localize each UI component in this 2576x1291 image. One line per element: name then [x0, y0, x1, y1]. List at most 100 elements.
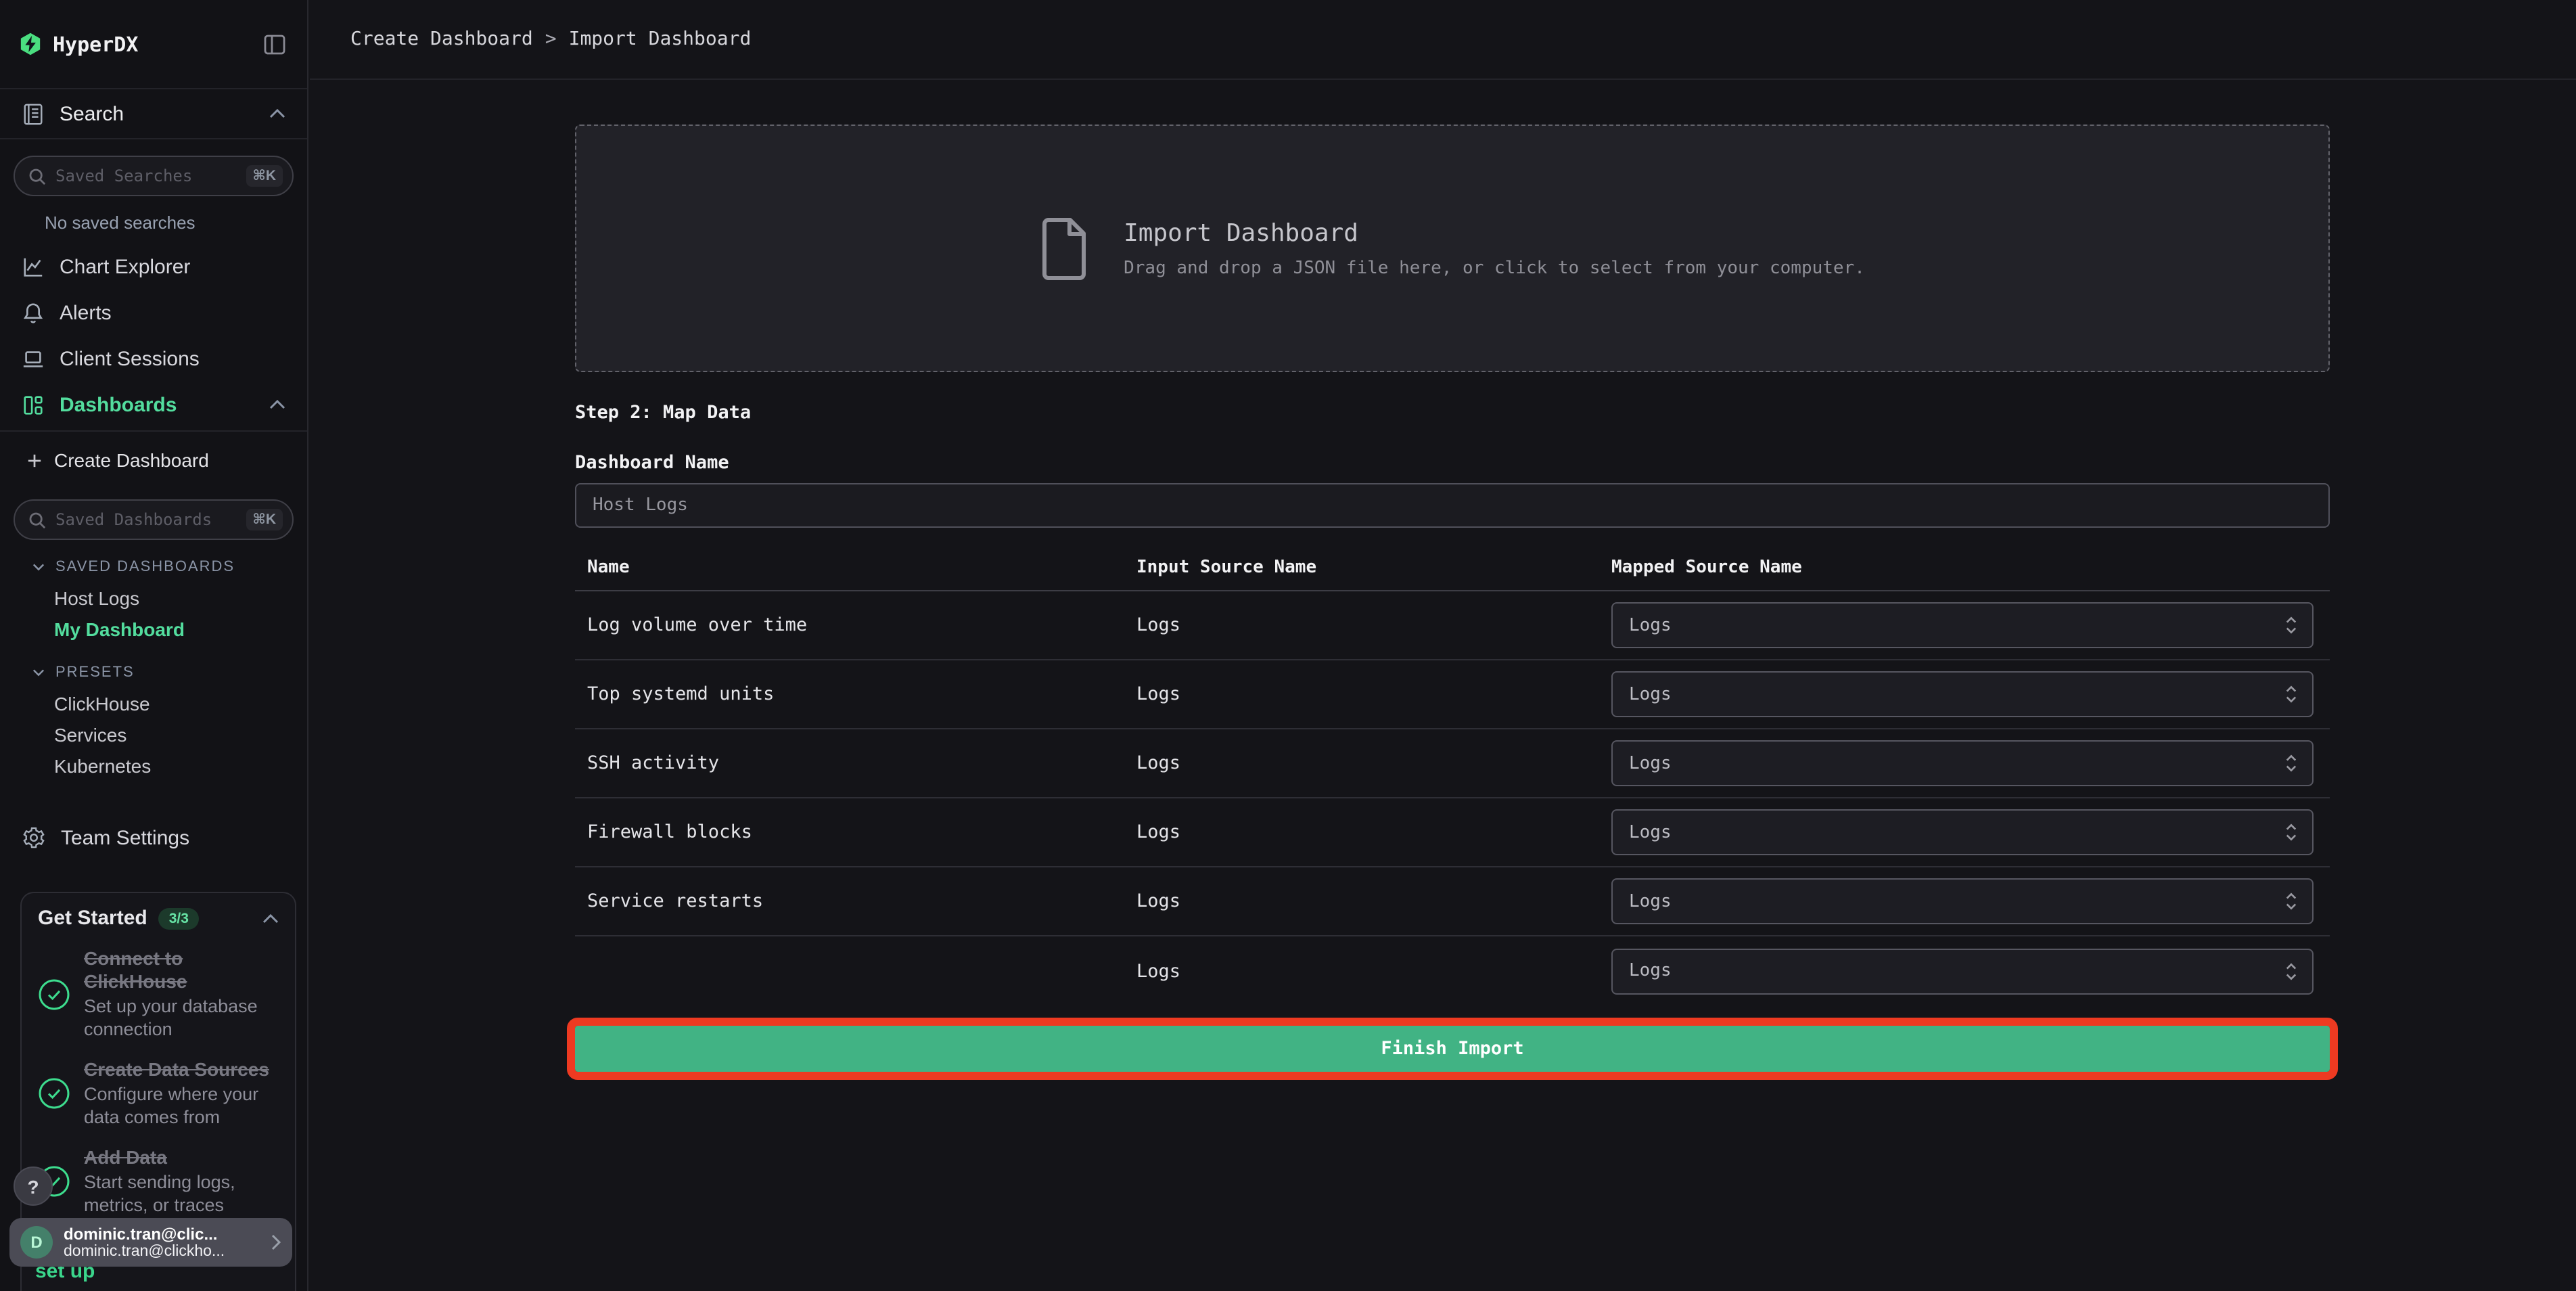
collapse-sidebar-icon[interactable] [261, 30, 288, 58]
table-row: Logs Logs [575, 936, 2330, 1005]
create-dashboard-button[interactable]: Create Dashboard [0, 437, 307, 483]
chevron-down-icon [32, 564, 45, 571]
select-chevrons-icon [2286, 754, 2297, 772]
sidebar-item-label: Chart Explorer [60, 255, 191, 278]
table-row: Top systemd units Logs Logs [575, 660, 2330, 729]
finish-import-button[interactable]: Finish Import [567, 1018, 2338, 1080]
avatar: D [20, 1226, 53, 1259]
select-chevrons-icon [2286, 962, 2297, 980]
team-settings-item[interactable]: Team Settings [0, 815, 307, 861]
dashboard-name-input[interactable] [575, 483, 2330, 528]
get-started-step-add-data[interactable]: Add Data Start sending logs, metrics, or… [38, 1146, 279, 1217]
breadcrumb-create-dashboard[interactable]: Create Dashboard [350, 28, 533, 50]
column-header-name: Name [587, 558, 630, 578]
sidebar-item-label: Dashboards [60, 393, 177, 416]
file-icon [1042, 217, 1086, 279]
no-saved-searches-note: No saved searches [45, 212, 196, 233]
gear-icon [23, 827, 45, 848]
get-started-step-connect[interactable]: Connect to ClickHouse Set up your databa… [38, 947, 279, 1041]
row-name: Service restarts [587, 890, 764, 912]
account-email: dominic.tran@clickho... [64, 1243, 225, 1259]
shortcut-badge: ⌘K [246, 509, 283, 530]
sidebar-item-chart-explorer[interactable]: Chart Explorer [0, 244, 307, 290]
mapped-source-value: Logs [1629, 753, 1672, 773]
select-chevrons-icon [2286, 892, 2297, 910]
row-input-source: Logs [1136, 752, 1181, 774]
help-button[interactable]: ? [14, 1167, 53, 1206]
dropzone-title: Import Dashboard [1124, 219, 1358, 247]
check-circle-icon [39, 1078, 70, 1109]
journal-icon [24, 103, 43, 124]
row-input-source: Logs [1136, 890, 1181, 912]
step-title: Step 2: Map Data [575, 402, 752, 424]
mapped-source-value: Logs [1629, 822, 1672, 842]
search-icon [29, 512, 46, 528]
hyperdx-logo-icon [20, 32, 41, 55]
row-name: SSH activity [587, 752, 720, 774]
sidebar-item-client-sessions[interactable]: Client Sessions [0, 336, 307, 382]
create-dashboard-label: Create Dashboard [54, 449, 209, 471]
breadcrumb-import-dashboard[interactable]: Import Dashboard [569, 28, 752, 50]
dashboard-grid-icon [24, 395, 43, 414]
saved-searches-input[interactable]: Saved Searches ⌘K [14, 156, 294, 196]
mapped-source-select[interactable]: Logs [1611, 948, 2314, 994]
team-settings-label: Team Settings [61, 826, 190, 849]
check-circle-icon [39, 978, 70, 1010]
mapped-source-value: Logs [1629, 961, 1672, 981]
row-input-source: Logs [1136, 821, 1181, 843]
dropzone-text: Import Dashboard Drag and drop a JSON fi… [1124, 219, 1865, 278]
bell-icon [23, 302, 43, 323]
saved-dashboard-host-logs[interactable]: Host Logs [0, 583, 307, 614]
saved-dashboards-list: Host Logs My Dashboard [0, 583, 307, 646]
divider [0, 430, 307, 432]
account-name: dominic.tran@clic... [64, 1224, 218, 1243]
table-row: Service restarts Logs Logs [575, 867, 2330, 936]
saved-dashboard-my-dashboard[interactable]: My Dashboard [0, 614, 307, 646]
app-title: HyperDX [53, 32, 139, 56]
presets-header[interactable]: PRESETS [32, 664, 307, 681]
search-section-header[interactable]: Search [0, 89, 307, 139]
preset-kubernetes[interactable]: Kubernetes [0, 751, 307, 782]
chevron-up-icon [269, 108, 285, 118]
json-dropzone[interactable]: Import Dashboard Drag and drop a JSON fi… [575, 124, 2330, 372]
row-input-source: Logs [1136, 683, 1181, 705]
row-input-source: Logs [1136, 614, 1181, 636]
chevron-down-icon [32, 669, 45, 677]
preset-clickhouse[interactable]: ClickHouse [0, 689, 307, 720]
table-row: Log volume over time Logs Logs [575, 591, 2330, 660]
sidebar-item-label: Client Sessions [60, 347, 200, 370]
progress-badge: 3/3 [158, 907, 200, 929]
mapped-source-select[interactable]: Logs [1611, 740, 2314, 786]
mapped-source-select[interactable]: Logs [1611, 809, 2314, 855]
breadcrumb-separator: > [545, 28, 557, 50]
mapped-source-select[interactable]: Logs [1611, 671, 2314, 717]
top-bar: Create Dashboard > Import Dashboard [310, 0, 2576, 80]
sidebar-item-alerts[interactable]: Alerts [0, 290, 307, 336]
column-header-mapped-source: Mapped Source Name [1611, 558, 1802, 578]
mapping-table-header: Name Input Source Name Mapped Source Nam… [575, 547, 2330, 590]
table-row: SSH activity Logs Logs [575, 729, 2330, 798]
plus-icon [28, 453, 41, 467]
shortcut-badge: ⌘K [246, 165, 283, 187]
app-window: HyperDX Search Saved Searches ⌘K No save… [0, 0, 2576, 1291]
row-name: Firewall blocks [587, 821, 752, 843]
get-started-header[interactable]: Get Started 3/3 [38, 907, 279, 930]
mapped-source-select[interactable]: Logs [1611, 878, 2314, 924]
mapped-source-select[interactable]: Logs [1611, 602, 2314, 648]
get-started-step-sources[interactable]: Create Data Sources Configure where your… [38, 1058, 279, 1129]
saved-dashboards-placeholder: Saved Dashboards [55, 510, 212, 529]
sidebar-item-dashboards[interactable]: Dashboards [0, 382, 307, 428]
mapped-source-value: Logs [1629, 615, 1672, 635]
dropzone-subtitle: Drag and drop a JSON file here, or click… [1124, 258, 1865, 278]
search-icon [29, 168, 46, 185]
saved-dashboards-header[interactable]: SAVED DASHBOARDS [32, 559, 307, 575]
import-content: Import Dashboard Drag and drop a JSON fi… [567, 80, 2338, 1080]
chevron-right-icon [271, 1234, 281, 1250]
preset-services[interactable]: Services [0, 720, 307, 751]
account-card[interactable]: D dominic.tran@clic... dominic.tran@clic… [9, 1218, 292, 1267]
select-chevrons-icon [2286, 823, 2297, 841]
saved-dashboards-input[interactable]: Saved Dashboards ⌘K [14, 499, 294, 540]
sidebar-nav: Chart Explorer Alerts Client Sessions Da… [0, 244, 307, 432]
sidebar: HyperDX Search Saved Searches ⌘K No save… [0, 0, 308, 1291]
mapping-table: Name Input Source Name Mapped Source Nam… [575, 547, 2330, 1005]
